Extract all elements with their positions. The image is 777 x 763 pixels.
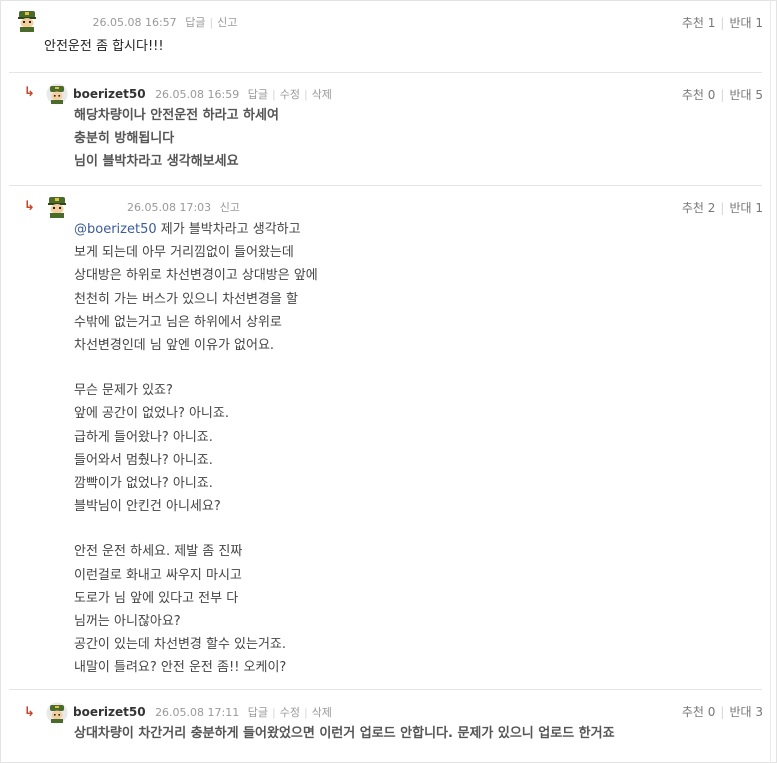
oppose-count: 3 <box>755 705 763 719</box>
oppose-button[interactable]: 반대 5 <box>729 88 763 102</box>
nickname[interactable]: boerizet50 <box>73 705 146 719</box>
vote-box: 추천 0 | 반대 3 <box>681 705 763 719</box>
oppose-button[interactable]: 반대 1 <box>729 201 763 215</box>
report-link[interactable]: 신고 <box>220 201 240 214</box>
reply-arrow-icon: ↳ <box>24 199 35 214</box>
comment-body: @boerizet50 제가 블박차라고 생각하고 보게 되는데 아무 거리낌없… <box>74 218 318 680</box>
comment-date: 26.05.08 16:59 <box>155 88 240 101</box>
comment-body: 상대차량이 차간거리 충분하게 들어왔었으면 이런거 업로드 안합니다. 문제가… <box>74 726 615 741</box>
reply-link[interactable]: 답글 <box>248 706 268 719</box>
recommend-button[interactable]: 추천 0 <box>682 88 716 102</box>
comment-date: 26.05.08 17:03 <box>127 201 212 214</box>
soldier-avatar-icon <box>46 702 68 724</box>
recommend-button[interactable]: 추천 2 <box>682 201 716 215</box>
recommend-count: 0 <box>707 88 716 102</box>
oppose-count: 1 <box>755 16 763 30</box>
scrollbar-edge <box>770 0 771 763</box>
comment-meta: boerizet50 26.05.08 16:59 답글 | 수정 | 삭제 <box>73 87 332 101</box>
oppose-count: 1 <box>755 201 763 215</box>
oppose-button[interactable]: 반대 1 <box>729 16 763 30</box>
soldier-avatar-icon <box>48 197 66 218</box>
recommend-count: 1 <box>707 16 716 30</box>
reply-arrow-icon: ↳ <box>24 705 35 720</box>
vote-box: 추천 0 | 반대 5 <box>681 88 763 102</box>
recommend-count: 0 <box>707 705 716 719</box>
first-line: @boerizet50 제가 블박차라고 생각하고 <box>74 222 301 237</box>
oppose-count: 5 <box>755 88 763 102</box>
soldier-avatar-icon <box>46 83 68 105</box>
comment-body: 해당차량이나 안전운전 하라고 하세여 충분히 방해됩니다 님이 블박차라고 생… <box>74 108 279 170</box>
comment-date: 26.05.08 17:11 <box>155 706 240 719</box>
reply-link[interactable]: 답글 <box>248 88 268 101</box>
delete-link[interactable]: 삭제 <box>312 88 332 101</box>
comment-body: 안전운전 좀 합시다!!! <box>44 39 164 54</box>
soldier-avatar-icon <box>18 11 36 32</box>
vote-box: 추천 1 | 반대 1 <box>681 16 763 30</box>
comment-date: 26.05.08 16:57 <box>92 16 177 29</box>
recommend-button[interactable]: 추천 0 <box>682 705 716 719</box>
recommend-count: 2 <box>707 201 716 215</box>
reply-link[interactable]: 답글 <box>185 16 205 29</box>
edit-link[interactable]: 수정 <box>280 88 300 101</box>
divider <box>9 72 762 73</box>
divider <box>9 689 762 690</box>
nickname[interactable]: boerizet50 <box>73 87 146 101</box>
report-link[interactable]: 신고 <box>217 16 237 29</box>
comment-meta: boerizet50 26.05.08 17:11 답글 | 수정 | 삭제 <box>73 705 332 719</box>
recommend-button[interactable]: 추천 1 <box>682 16 716 30</box>
reply-arrow-icon: ↳ <box>24 85 35 100</box>
oppose-button[interactable]: 반대 3 <box>729 705 763 719</box>
edit-link[interactable]: 수정 <box>280 706 300 719</box>
comment-meta: 26.05.08 17:03 신고 <box>127 201 240 215</box>
comment-meta: 26.05.08 16:57 답글 | 신고 <box>92 16 238 29</box>
mention-link[interactable]: @boerizet50 <box>74 222 157 237</box>
vote-box: 추천 2 | 반대 1 <box>681 201 763 215</box>
divider <box>9 185 762 186</box>
delete-link[interactable]: 삭제 <box>312 706 332 719</box>
